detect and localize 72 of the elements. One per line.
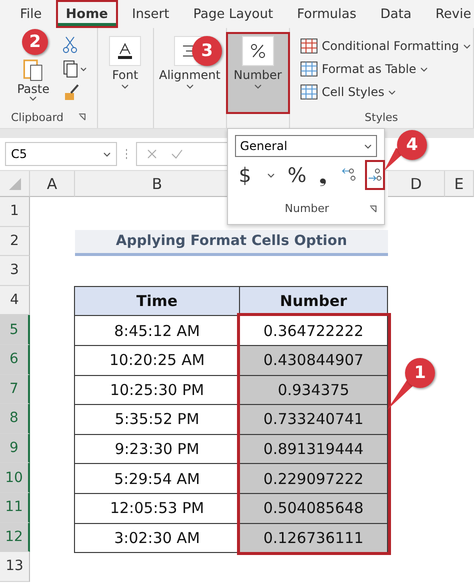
table-cell: 0.229097222 <box>239 463 388 494</box>
row-header[interactable]: 2 <box>0 226 30 256</box>
column-header[interactable]: E <box>445 171 474 197</box>
group-label: Styles <box>364 110 398 124</box>
ribbon-tab[interactable]: Revie <box>425 0 474 28</box>
row-header[interactable]: 1 <box>0 197 30 227</box>
caret-icon <box>186 84 194 89</box>
ribbon-tab[interactable]: Home <box>56 0 118 28</box>
styles-menu-item[interactable]: Cell Styles <box>300 81 396 103</box>
conditional-formatting-icon <box>300 38 318 54</box>
caret-icon <box>420 66 428 72</box>
ribbon-tab[interactable]: File <box>10 0 52 28</box>
group-label: Clipboard <box>11 110 64 124</box>
font-color-icon <box>116 42 134 60</box>
caret-icon <box>388 90 396 94</box>
row-header[interactable]: 9 <box>0 434 30 464</box>
column-heading: Time <box>74 286 240 316</box>
ribbon-tab[interactable]: Data <box>370 0 422 28</box>
row-header[interactable]: 3 <box>0 256 30 286</box>
row-header[interactable]: 8 <box>0 404 30 434</box>
check-icon[interactable] <box>171 149 183 159</box>
caret-icon <box>267 172 275 178</box>
percent-icon <box>248 42 267 60</box>
table-cell: 0.733240741 <box>239 404 388 435</box>
row-header[interactable]: 10 <box>0 463 30 493</box>
table-cell: 0.934375 <box>239 374 388 406</box>
row-header[interactable]: 7 <box>0 374 30 404</box>
caret-icon <box>254 84 262 89</box>
row-header[interactable]: 11 <box>0 492 30 523</box>
number-format-select[interactable]: General <box>235 135 377 157</box>
launcher-icon[interactable] <box>78 113 86 121</box>
step-badge: 1 <box>405 358 435 388</box>
caret-icon <box>463 44 472 48</box>
row-header[interactable]: 13 <box>0 552 30 582</box>
clipboard-icon <box>22 58 44 82</box>
table-cell: 0.891319444 <box>239 434 388 464</box>
number-group-button[interactable]: Number <box>226 32 290 114</box>
scissors-icon[interactable] <box>63 36 78 54</box>
row-header[interactable]: 6 <box>0 344 30 375</box>
cell-styles-icon <box>300 84 318 100</box>
caret-icon <box>103 152 111 156</box>
group-label: Number <box>284 202 329 215</box>
caret-icon <box>121 84 130 89</box>
ribbon-tab[interactable]: Page Layout <box>183 0 284 28</box>
font-group-button[interactable]: Font <box>101 32 150 93</box>
table-cell: 0.126736111 <box>239 522 388 554</box>
copy-icon[interactable] <box>63 60 88 78</box>
styles-menu-item[interactable]: Conditional Formatting <box>300 35 472 57</box>
name-box[interactable]: C5 <box>5 142 117 166</box>
ribbon-tab[interactable]: Formulas <box>287 0 366 28</box>
table-cell: 0.430844907 <box>239 344 388 376</box>
paste-button[interactable]: Paste <box>9 54 58 105</box>
format-painter-icon[interactable] <box>63 84 82 102</box>
column-header[interactable]: A <box>30 171 75 197</box>
table-cell: 3:02:30 AM <box>74 522 240 554</box>
corner-triangle-icon <box>8 178 20 190</box>
table-cell: 0.504085648 <box>239 492 388 524</box>
launcher-icon[interactable] <box>369 204 377 212</box>
sheet-title: Applying Format Cells Option <box>75 230 388 256</box>
row-header[interactable]: 4 <box>0 286 30 316</box>
comma-button[interactable]: ❟ <box>313 160 333 190</box>
row-header[interactable]: 5 <box>0 315 30 345</box>
table-icon <box>300 61 318 77</box>
caret-icon <box>364 144 372 148</box>
column-header[interactable]: D <box>388 171 445 197</box>
styles-menu-item[interactable]: Format as Table <box>300 58 428 80</box>
row-header[interactable]: 12 <box>0 522 30 552</box>
caret-icon <box>29 96 38 101</box>
grip-icon <box>125 148 128 160</box>
ribbon-tab[interactable]: Insert <box>122 0 180 28</box>
percent-button[interactable]: % <box>287 160 307 190</box>
increase-decimal-button[interactable] <box>365 160 385 190</box>
